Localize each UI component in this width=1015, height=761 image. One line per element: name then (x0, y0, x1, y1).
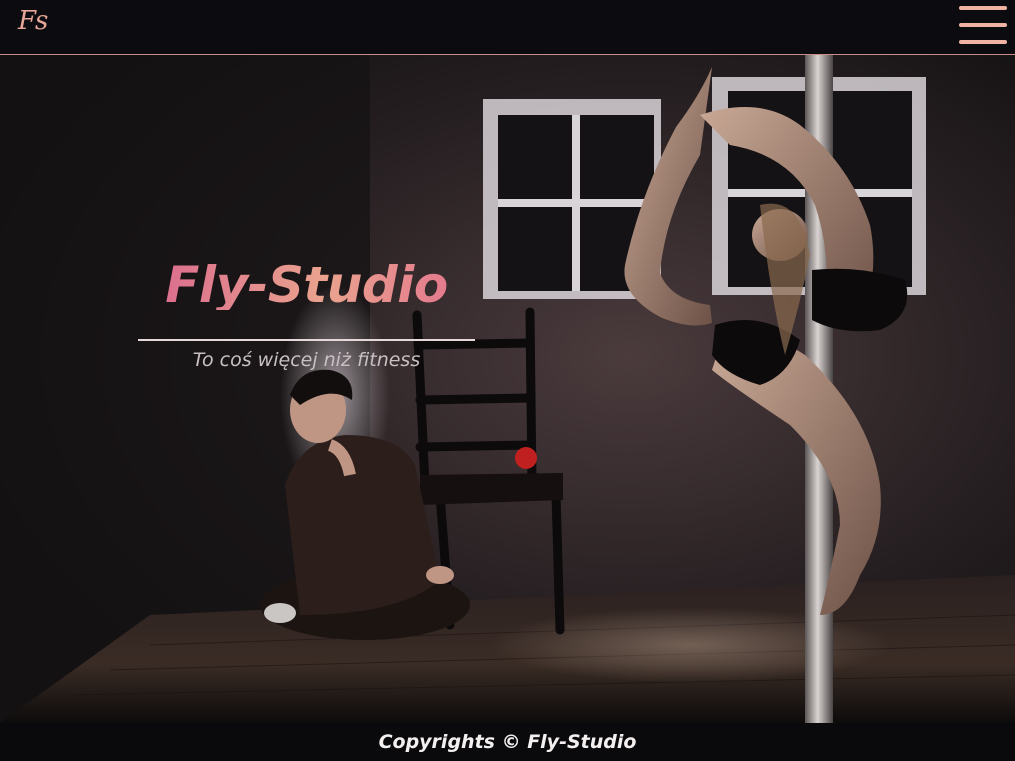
hero-background-image (0, 55, 1015, 723)
hamburger-menu-button[interactable] (959, 6, 1007, 46)
hamburger-icon (959, 40, 1007, 44)
page: Fs Fly-Studio To coś więcej niż fitness … (0, 0, 1015, 761)
hero-divider (138, 339, 475, 341)
hamburger-icon (959, 6, 1007, 10)
footer: Copyrights © Fly-Studio (0, 723, 1015, 761)
copyright-text: Copyrights © Fly-Studio (378, 731, 637, 753)
site-logo[interactable]: Fs (18, 6, 48, 36)
hero-title: Fly-Studio (138, 260, 475, 310)
hero-tagline: To coś więcej niż fitness (192, 349, 421, 371)
hamburger-icon (959, 23, 1007, 27)
top-nav-bar: Fs (0, 0, 1015, 55)
hero-section: Fly-Studio To coś więcej niż fitness (0, 55, 1015, 723)
